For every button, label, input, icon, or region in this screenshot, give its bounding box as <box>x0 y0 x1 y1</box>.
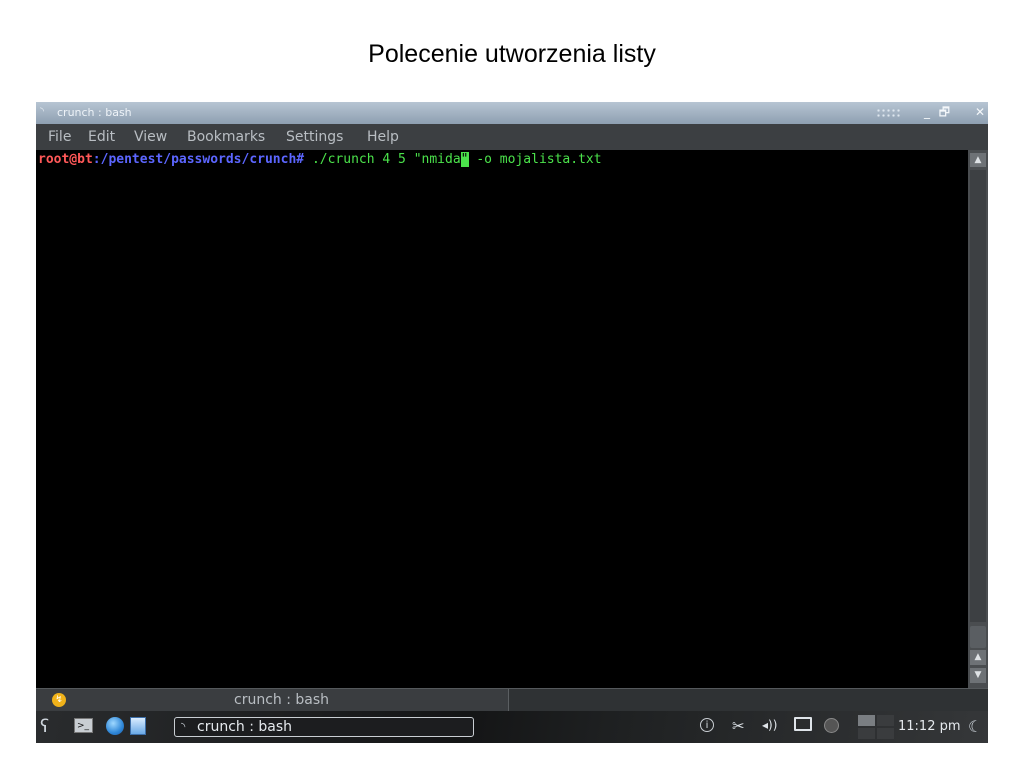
screen: ◝ crunch : bash _ 🗗 ✕ File Edit View Boo… <box>36 102 988 743</box>
menu-help[interactable]: Help <box>367 129 399 145</box>
desktop-2[interactable] <box>877 715 894 726</box>
desktop-pager[interactable] <box>858 715 894 739</box>
prompt-symbol: # <box>296 152 312 167</box>
vertical-scrollbar[interactable]: ▲ ▲ ▼ <box>968 150 988 688</box>
activity-icon: ↯ <box>52 693 66 707</box>
menu-bookmarks[interactable]: Bookmarks <box>187 129 265 145</box>
taskbar-task-label: crunch : bash <box>197 719 293 735</box>
terminal-icon[interactable]: >_ <box>74 718 93 733</box>
menu-file[interactable]: File <box>48 129 71 145</box>
prompt-user: root@bt <box>38 152 93 167</box>
menubar: File Edit View Bookmarks Settings Help <box>36 124 988 150</box>
moon-icon[interactable]: ☾ <box>968 717 982 736</box>
window-title: crunch : bash <box>57 106 132 119</box>
scroll-track[interactable] <box>970 170 986 622</box>
text-cursor: " <box>460 152 469 167</box>
scroll-down-button[interactable]: ▼ <box>970 668 986 683</box>
scissors-icon[interactable]: ✂ <box>732 717 745 735</box>
prompt-separator: : <box>92 152 101 167</box>
command-text-rest: -o mojalista.txt <box>468 152 602 167</box>
network-icon[interactable] <box>794 717 812 731</box>
konsole-icon: ◝ <box>181 720 186 733</box>
command-text: ./crunch 4 5 "nmida <box>311 152 461 167</box>
window-menu-icon[interactable] <box>876 108 902 118</box>
folder-icon[interactable] <box>130 717 146 735</box>
clock[interactable]: 11:12 pm <box>898 719 961 734</box>
minimize-button[interactable]: _ <box>924 105 930 119</box>
globe-icon[interactable] <box>106 717 124 735</box>
close-button[interactable]: ✕ <box>975 105 985 119</box>
desktop-1[interactable] <box>858 715 875 726</box>
scroll-up-button[interactable]: ▲ <box>970 153 986 167</box>
taskbar-task-button[interactable]: ◝ crunch : bash <box>174 717 474 737</box>
command-line: root@bt:/pentest/passwords/crunch# ./cru… <box>38 152 602 168</box>
volume-icon[interactable]: ◂)) <box>762 718 777 732</box>
desktop-4[interactable] <box>877 728 894 739</box>
session-tab[interactable]: ↯ crunch : bash <box>36 689 509 712</box>
session-tab-label: crunch : bash <box>234 692 330 708</box>
prompt-path: /pentest/passwords/crunch <box>100 152 297 167</box>
scroll-thumb[interactable] <box>970 626 986 648</box>
menu-settings[interactable]: Settings <box>286 129 343 145</box>
info-icon[interactable]: i <box>700 718 714 732</box>
taskbar: ʕ >_ ◝ crunch : bash i ✂ ◂)) 11:12 pm ☾ <box>36 711 988 743</box>
desktop-3[interactable] <box>858 728 875 739</box>
menu-view[interactable]: View <box>134 129 167 145</box>
terminal-output[interactable]: root@bt:/pentest/passwords/crunch# ./cru… <box>36 150 968 688</box>
update-icon[interactable] <box>824 718 839 733</box>
slide-title: Polecenie utworzenia listy <box>368 40 656 68</box>
konsole-icon: ◝ <box>40 106 44 117</box>
dragon-logo-icon[interactable]: ʕ <box>40 716 49 737</box>
maximize-button[interactable]: 🗗 <box>939 105 950 119</box>
scroll-up-button-lower[interactable]: ▲ <box>970 650 986 665</box>
session-tabbar: ↯ crunch : bash <box>36 688 988 712</box>
menu-edit[interactable]: Edit <box>88 129 115 145</box>
window-titlebar[interactable]: ◝ crunch : bash _ 🗗 ✕ <box>36 102 988 124</box>
